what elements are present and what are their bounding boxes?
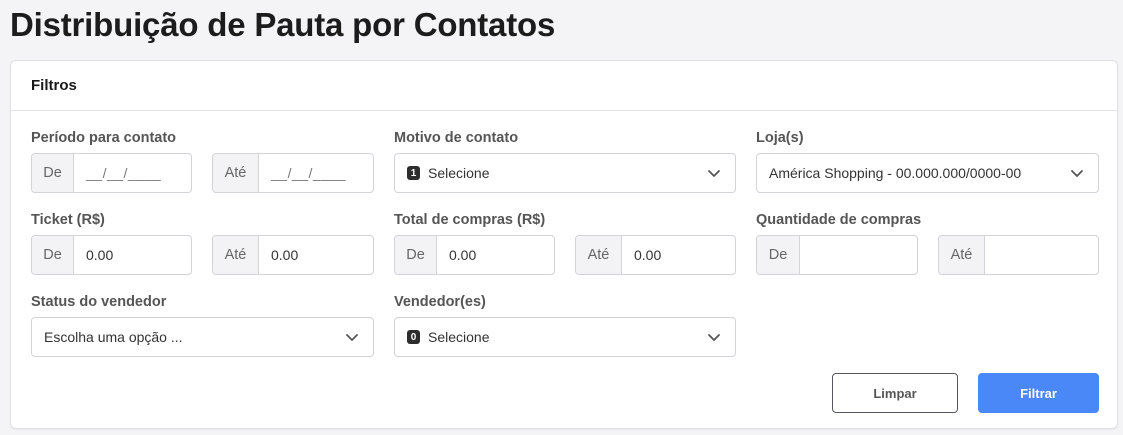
quantidade-to-addon: Até: [939, 236, 985, 274]
loja-label: Loja(s): [756, 130, 804, 146]
periodo-to-input[interactable]: __/__/____: [259, 154, 373, 192]
chevron-down-icon: [346, 334, 358, 341]
motivo-label: Motivo de contato: [394, 130, 519, 146]
ticket-label: Ticket (R$): [31, 212, 105, 228]
total-compras-from-input[interactable]: 0.00: [437, 236, 554, 274]
periodo-to-addon: Até: [213, 154, 259, 192]
chevron-down-icon: [708, 170, 720, 177]
total-compras-from-addon: De: [395, 236, 437, 274]
chevron-down-icon: [1071, 170, 1083, 177]
periodo-from-input[interactable]: __/__/____: [74, 154, 191, 192]
total-compras-label: Total de compras (R$): [394, 212, 546, 228]
loja-select-value: América Shopping - 00.000.000/0000-00: [769, 165, 1022, 181]
total-compras-from-field[interactable]: De 0.00: [394, 235, 555, 275]
chevron-down-icon: [708, 334, 720, 341]
quantidade-from-input[interactable]: [800, 236, 917, 274]
ticket-to-input[interactable]: 0.00: [259, 236, 373, 274]
ticket-from-input[interactable]: 0.00: [74, 236, 191, 274]
filters-title: Filtros: [31, 77, 77, 94]
vendedores-label: Vendedor(es): [394, 294, 486, 310]
vendedores-select[interactable]: 0 Selecione: [394, 317, 736, 357]
periodo-from-addon: De: [32, 154, 74, 192]
ticket-from-addon: De: [32, 236, 74, 274]
periodo-to-field[interactable]: Até __/__/____: [212, 153, 374, 193]
quantidade-from-field[interactable]: De: [756, 235, 918, 275]
periodo-label: Período para contato: [31, 130, 177, 146]
status-select[interactable]: Escolha uma opção ...: [31, 317, 374, 357]
status-select-value: Escolha uma opção ...: [44, 329, 183, 345]
loja-select[interactable]: América Shopping - 00.000.000/0000-00: [756, 153, 1099, 193]
quantidade-label: Quantidade de compras: [756, 212, 922, 228]
filters-header: Filtros: [11, 61, 1117, 111]
ticket-to-field[interactable]: Até 0.00: [212, 235, 374, 275]
quantidade-to-field[interactable]: Até: [938, 235, 1099, 275]
clear-button[interactable]: Limpar: [832, 373, 958, 413]
quantidade-from-addon: De: [757, 236, 800, 274]
filters-panel: Filtros Período para contato De __/__/__…: [10, 60, 1118, 429]
total-compras-to-input[interactable]: 0.00: [622, 236, 735, 274]
vendedores-select-value: Selecione: [428, 329, 490, 345]
motivo-count-badge: 1: [407, 166, 420, 180]
status-label: Status do vendedor: [31, 294, 167, 310]
ticket-to-addon: Até: [213, 236, 259, 274]
page-title: Distribuição de Pauta por Contatos: [10, 6, 556, 43]
total-compras-to-field[interactable]: Até 0.00: [575, 235, 736, 275]
ticket-from-field[interactable]: De 0.00: [31, 235, 192, 275]
motivo-select[interactable]: 1 Selecione: [394, 153, 736, 193]
quantidade-to-input[interactable]: [985, 236, 1098, 274]
vendedores-count-badge: 0: [407, 330, 420, 344]
total-compras-to-addon: Até: [576, 236, 622, 274]
periodo-from-field[interactable]: De __/__/____: [31, 153, 192, 193]
motivo-select-value: Selecione: [428, 165, 490, 181]
filter-button[interactable]: Filtrar: [978, 373, 1099, 413]
